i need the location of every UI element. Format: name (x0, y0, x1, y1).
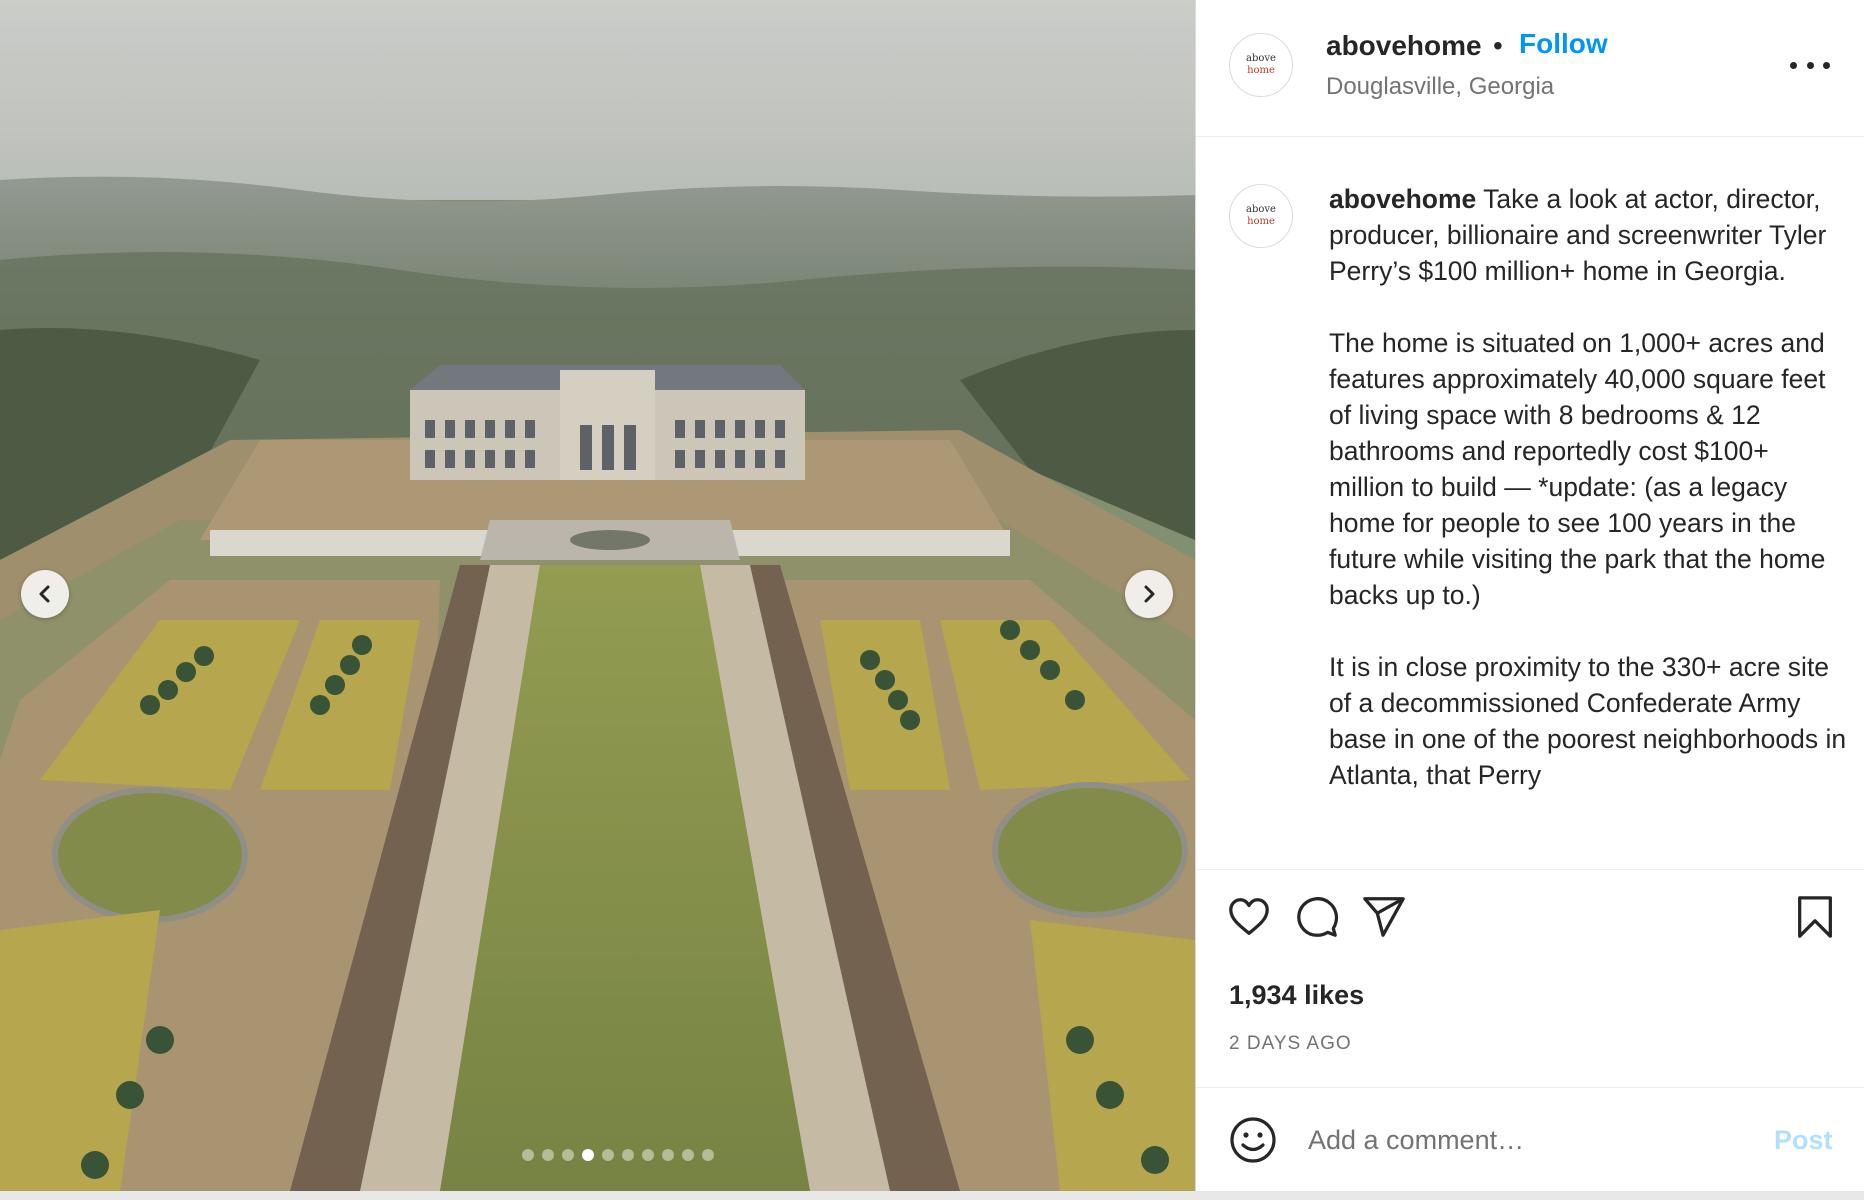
comment-bar: Post (1196, 1087, 1864, 1191)
carousel-dot (701, 1149, 714, 1161)
heart-icon[interactable] (1226, 894, 1272, 940)
bookmark-icon[interactable] (1793, 894, 1837, 940)
more-dot-icon (1806, 61, 1814, 69)
avatar-text-bottom: home (1247, 216, 1275, 227)
carousel-dot (621, 1149, 634, 1161)
carousel-dot (561, 1149, 574, 1161)
avatar-text-bottom: home (1247, 65, 1275, 76)
carousel-dot (641, 1149, 654, 1161)
carousel-dot (601, 1149, 614, 1161)
carousel-dot (541, 1149, 554, 1161)
carousel-dot-active (581, 1149, 594, 1161)
comment-icon[interactable] (1294, 894, 1340, 940)
caption-paragraph: It is in close proximity to the 330+ acr… (1329, 652, 1847, 790)
more-dot-icon (1790, 61, 1797, 69)
follow-button[interactable]: Follow (1519, 28, 1608, 60)
post-media[interactable] (0, 0, 1195, 1191)
caption-area[interactable]: above home abovehome Take a look at acto… (1196, 137, 1864, 869)
header-username[interactable]: abovehome (1326, 30, 1482, 62)
carousel-dot (661, 1149, 674, 1161)
carousel-next-button[interactable] (1125, 570, 1173, 618)
avatar[interactable]: above home (1229, 33, 1293, 97)
location-link[interactable]: Douglasville, Georgia (1326, 73, 1554, 101)
more-dot-icon (1823, 61, 1830, 69)
post-caption: abovehome Take a look at actor, director… (1329, 181, 1849, 829)
avatar-text-top: above (1246, 53, 1276, 64)
page-bottom-edge (0, 1191, 1864, 1200)
more-options-button[interactable] (1790, 50, 1830, 80)
caption-paragraph: The home is situated on 1,000+ acres and… (1329, 328, 1826, 610)
emoji-icon[interactable] (1229, 1116, 1277, 1164)
post-side-panel: above home abovehome • Follow Douglasvil… (1195, 0, 1864, 1191)
chevron-left-icon (39, 585, 50, 603)
carousel-dot (681, 1149, 694, 1161)
header-separator: • (1493, 30, 1503, 61)
carousel-dot (521, 1149, 534, 1161)
post-header: above home abovehome • Follow Douglasvil… (1196, 0, 1864, 137)
carousel-indicator (0, 1149, 1195, 1161)
caption-paragraph: abovehome Take a look at actor, director… (1329, 181, 1849, 289)
caption-avatar[interactable]: above home (1229, 184, 1293, 248)
post-comment-button[interactable]: Post (1774, 1125, 1833, 1156)
comment-input[interactable] (1308, 1118, 1748, 1162)
estate-aerial-photo (0, 0, 1195, 1191)
chevron-right-icon (1144, 585, 1155, 603)
post-actions: 1,934 likes 2 DAYS AGO (1196, 869, 1864, 1087)
likes-count[interactable]: 1,934 likes (1229, 980, 1364, 1011)
caption-username[interactable]: abovehome (1329, 184, 1476, 214)
post-timestamp[interactable]: 2 DAYS AGO (1229, 1033, 1352, 1055)
carousel-prev-button[interactable] (21, 570, 69, 618)
share-icon[interactable] (1361, 894, 1407, 940)
avatar-text-top: above (1246, 204, 1276, 215)
